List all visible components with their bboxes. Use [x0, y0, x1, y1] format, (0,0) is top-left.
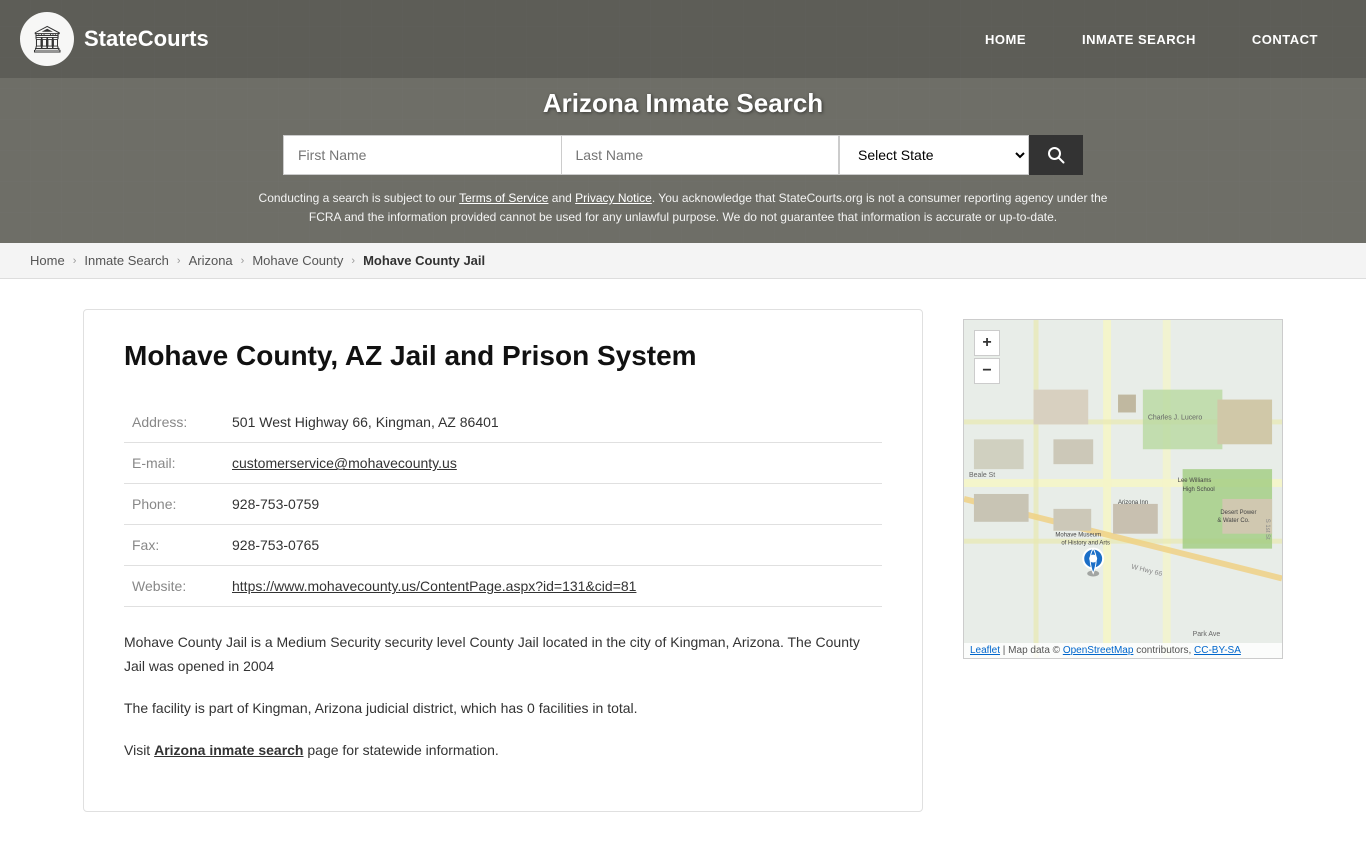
breadcrumb-sep-2: › [177, 255, 181, 267]
website-label: Website: [124, 566, 224, 607]
svg-text:Beale St: Beale St [969, 472, 995, 479]
breadcrumb-sep-1: › [73, 255, 77, 267]
nav-inmate-search[interactable]: INMATE SEARCH [1054, 0, 1224, 78]
main-content: Mohave County, AZ Jail and Prison System… [43, 279, 1323, 861]
hero-title-area: Arizona Inmate Search Select State Alaba… [0, 78, 1366, 243]
content-card: Mohave County, AZ Jail and Prison System… [83, 309, 923, 811]
svg-text:Mohave Museum: Mohave Museum [1055, 533, 1101, 539]
hero-section: 🏛 StateCourts HOME INMATE SEARCH CONTACT… [0, 0, 1366, 243]
map-column: Charles J. Lucero Lee Williams High Scho… [963, 309, 1283, 831]
breadcrumb: Home › Inmate Search › Arizona › Mohave … [0, 243, 1366, 279]
svg-text:High School: High School [1183, 487, 1215, 493]
phone-label: Phone: [124, 484, 224, 525]
breadcrumb-inmate-search[interactable]: Inmate Search [84, 253, 169, 268]
description-3: Visit Arizona inmate search page for sta… [124, 739, 882, 763]
fax-value: 928-753-0765 [224, 525, 882, 566]
svg-text:& Water Co.: & Water Co. [1217, 518, 1250, 524]
zoom-in-button[interactable]: + [974, 330, 1000, 356]
hero-title: Arizona Inmate Search [0, 88, 1366, 119]
address-value: 501 West Highway 66, Kingman, AZ 86401 [224, 402, 882, 443]
tos-link[interactable]: Terms of Service [459, 191, 548, 205]
leaflet-link[interactable]: Leaflet [970, 645, 1000, 656]
map-svg: Charles J. Lucero Lee Williams High Scho… [964, 320, 1282, 658]
search-bar: Select State AlabamaAlaskaArizonaArkansa… [283, 135, 1083, 175]
breadcrumb-sep-4: › [351, 255, 355, 267]
svg-text:Park Ave: Park Ave [1193, 631, 1221, 638]
cc-link[interactable]: CC-BY-SA [1194, 645, 1241, 656]
website-value: https://www.mohavecounty.us/ContentPage.… [224, 566, 882, 607]
nav-links: HOME INMATE SEARCH CONTACT [957, 0, 1346, 78]
description-1: Mohave County Jail is a Medium Security … [124, 631, 882, 679]
svg-text:S 1st St: S 1st St [1264, 519, 1270, 540]
logo-area: 🏛 StateCourts [20, 12, 957, 66]
zoom-out-button[interactable]: − [974, 358, 1000, 384]
email-label: E-mail: [124, 443, 224, 484]
nav-contact[interactable]: CONTACT [1224, 0, 1346, 78]
breadcrumb-current: Mohave County Jail [363, 253, 485, 268]
osm-link[interactable]: OpenStreetMap [1063, 645, 1134, 656]
phone-value: 928-753-0759 [224, 484, 882, 525]
svg-text:of History and Arts: of History and Arts [1061, 541, 1110, 547]
nav-home[interactable]: HOME [957, 0, 1054, 78]
breadcrumb-home[interactable]: Home [30, 253, 65, 268]
map-container[interactable]: Charles J. Lucero Lee Williams High Scho… [963, 319, 1283, 659]
site-name: StateCourts [84, 26, 209, 52]
breadcrumb-sep-3: › [241, 255, 245, 267]
disclaimer-text: Conducting a search is subject to our Te… [233, 189, 1133, 227]
address-row: Address: 501 West Highway 66, Kingman, A… [124, 402, 882, 443]
svg-text:Arizona Inn: Arizona Inn [1118, 500, 1148, 506]
first-name-input[interactable] [283, 135, 561, 175]
svg-text:Desert Power: Desert Power [1220, 510, 1256, 516]
search-button[interactable] [1029, 135, 1083, 175]
privacy-link[interactable]: Privacy Notice [575, 191, 652, 205]
email-value: customerservice@mohavecounty.us [224, 443, 882, 484]
email-row: E-mail: customerservice@mohavecounty.us [124, 443, 882, 484]
map-controls: + − [974, 330, 1000, 384]
svg-text:Charles J. Lucero: Charles J. Lucero [1148, 415, 1203, 422]
az-inmate-search-link[interactable]: Arizona inmate search [154, 742, 303, 758]
map-attribution: Leaflet | Map data © OpenStreetMap contr… [964, 643, 1282, 658]
phone-row: Phone: 928-753-0759 [124, 484, 882, 525]
svg-text:Lee Williams: Lee Williams [1178, 478, 1212, 484]
breadcrumb-mohave-county[interactable]: Mohave County [252, 253, 343, 268]
fax-row: Fax: 928-753-0765 [124, 525, 882, 566]
info-table: Address: 501 West Highway 66, Kingman, A… [124, 402, 882, 607]
state-select[interactable]: Select State AlabamaAlaskaArizonaArkansa… [839, 135, 1029, 175]
address-label: Address: [124, 402, 224, 443]
email-link[interactable]: customerservice@mohavecounty.us [232, 455, 457, 471]
website-row: Website: https://www.mohavecounty.us/Con… [124, 566, 882, 607]
search-icon [1047, 146, 1065, 164]
page-heading: Mohave County, AZ Jail and Prison System [124, 340, 882, 372]
top-navigation: 🏛 StateCourts HOME INMATE SEARCH CONTACT [0, 0, 1366, 78]
last-name-input[interactable] [561, 135, 840, 175]
website-link[interactable]: https://www.mohavecounty.us/ContentPage.… [232, 578, 636, 594]
description-2: The facility is part of Kingman, Arizona… [124, 697, 882, 721]
fax-label: Fax: [124, 525, 224, 566]
site-logo-icon: 🏛 [20, 12, 74, 66]
breadcrumb-arizona[interactable]: Arizona [189, 253, 233, 268]
